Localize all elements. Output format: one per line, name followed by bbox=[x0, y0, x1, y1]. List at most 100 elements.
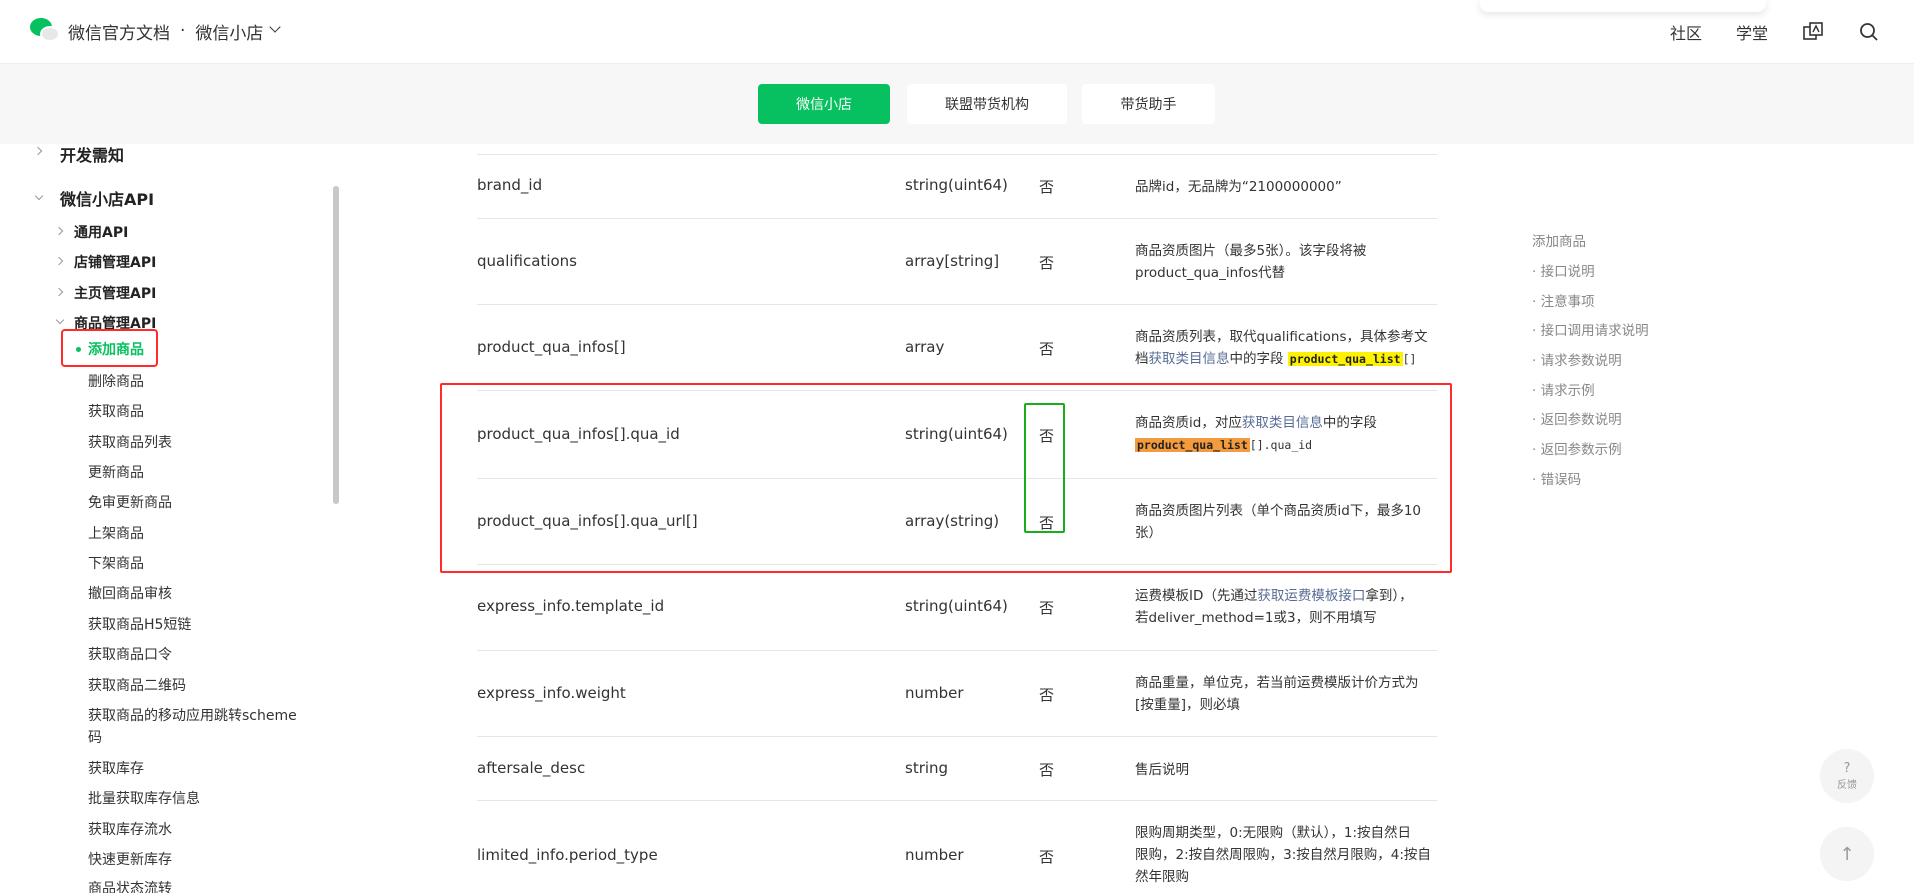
shipping-template-link[interactable]: 获取运费模板接口 bbox=[1257, 588, 1365, 604]
doc-title[interactable]: 微信官方文档 bbox=[68, 19, 170, 44]
param-name: brand_id bbox=[477, 176, 543, 194]
tab-sales-assistant[interactable]: 带货助手 bbox=[1082, 84, 1215, 124]
category-info-link[interactable]: 获取类目信息 bbox=[1149, 351, 1230, 367]
toc-item[interactable]: · 返回参数说明 bbox=[1532, 408, 1622, 428]
toc-item[interactable]: · 请求参数说明 bbox=[1532, 349, 1622, 369]
product-selector[interactable]: 微信小店 bbox=[195, 19, 263, 44]
desc-line: 商品资质列表，取代qualifications，具体参考文 bbox=[1135, 329, 1428, 345]
param-desc: 运费模板ID（先通过获取运费模板接口拿到）， 若deliver_method=1… bbox=[1135, 585, 1440, 629]
sidebar-item[interactable]: 免审更新商品 bbox=[88, 492, 172, 512]
search-icon[interactable] bbox=[1858, 21, 1880, 43]
param-desc: 商品重量，单位克，若当前运费模版计价方式为 [按重量]，则必填 bbox=[1135, 672, 1440, 716]
sidebar-item[interactable]: 获取商品H5短链 bbox=[88, 614, 191, 634]
code-suffix: [] bbox=[1402, 352, 1417, 366]
sidebar-item[interactable]: 获取商品的移动应用跳转scheme bbox=[88, 705, 297, 725]
desc-line: [按重量]，则必填 bbox=[1135, 697, 1241, 713]
desc-line: 限购，2:按自然周限购，3:按自然月限购，4:按自 bbox=[1135, 847, 1431, 863]
desc-text: 拿到）， bbox=[1365, 588, 1413, 604]
sidebar-item[interactable]: 更新商品 bbox=[88, 462, 144, 482]
param-name: limited_info.period_type bbox=[477, 846, 658, 864]
chevron-down-icon[interactable] bbox=[269, 21, 282, 33]
sidebar-item[interactable]: 获取库存流水 bbox=[88, 819, 172, 839]
translate-icon[interactable] bbox=[1802, 21, 1824, 43]
sidebar-item-api[interactable]: 微信小店API bbox=[60, 186, 154, 210]
param-type: number bbox=[905, 684, 964, 702]
param-type: string bbox=[905, 759, 949, 777]
param-required: 否 bbox=[1039, 599, 1055, 617]
product-tabbar: 微信小店 联盟带货机构 带货助手 bbox=[0, 64, 1914, 144]
toc-title[interactable]: 添加商品 bbox=[1532, 230, 1586, 250]
back-to-top-button[interactable]: ↑ bbox=[1820, 827, 1874, 881]
sidebar-item[interactable]: 获取库存 bbox=[88, 758, 144, 778]
tab-affiliate-agency[interactable]: 联盟带货机构 bbox=[907, 84, 1067, 124]
table-row: product_qua_infos[] array 否 商品资质列表，取代qua… bbox=[477, 305, 1437, 391]
sidebar-item[interactable]: 获取商品口令 bbox=[88, 644, 172, 664]
param-required: 否 bbox=[1039, 254, 1055, 272]
toc-item[interactable]: · 接口调用请求说明 bbox=[1532, 319, 1649, 339]
table-row: brand_id string(uint64) 否 品牌id，无品牌为“2100… bbox=[477, 155, 1437, 219]
sidebar-item-general-api[interactable]: 通用API bbox=[74, 222, 128, 242]
sidebar-item[interactable]: 快速更新库存 bbox=[88, 849, 172, 869]
breadcrumb-separator: · bbox=[180, 21, 186, 41]
table-row: aftersale_desc string 否 售后说明 bbox=[477, 737, 1437, 801]
desc-line: 商品资质图片（最多5张）。该字段将被 bbox=[1135, 243, 1367, 259]
param-required: 否 bbox=[1039, 686, 1055, 704]
sidebar-item[interactable]: 删除商品 bbox=[88, 371, 144, 391]
desc-text: 运费模板ID（先通过 bbox=[1135, 588, 1258, 604]
table-row: express_info.template_id string(uint64) … bbox=[477, 565, 1437, 651]
param-desc: 售后说明 bbox=[1135, 762, 1189, 778]
sidebar-item[interactable]: 码 bbox=[88, 727, 102, 747]
param-name: aftersale_desc bbox=[477, 759, 586, 777]
sidebar-item[interactable]: 撤回商品审核 bbox=[88, 583, 172, 603]
desc-text: 中的字段 bbox=[1229, 351, 1284, 367]
tab-wechat-store[interactable]: 微信小店 bbox=[758, 84, 890, 124]
sidebar-item[interactable]: 批量获取库存信息 bbox=[88, 788, 200, 808]
sidebar-item[interactable]: 上架商品 bbox=[88, 523, 144, 543]
highlight-box-required bbox=[1024, 403, 1065, 533]
wechat-logo-icon bbox=[30, 18, 60, 44]
param-type: array[string] bbox=[905, 252, 1000, 270]
desc-line: product_qua_infos代替 bbox=[1135, 265, 1286, 281]
feedback-button[interactable]: ? 反馈 bbox=[1820, 749, 1874, 803]
sidebar-item-dev-notice[interactable]: 开发需知 bbox=[60, 142, 124, 166]
table-row bbox=[477, 144, 1437, 155]
highlight-box-sidebar bbox=[61, 329, 158, 367]
sidebar-item[interactable]: 商品状态流转 bbox=[88, 878, 172, 893]
sidebar-item[interactable]: 获取商品 bbox=[88, 401, 144, 421]
param-type: string(uint64) bbox=[905, 176, 1008, 194]
arrow-up-icon: ↑ bbox=[1839, 843, 1855, 865]
table-row: limited_info.period_type number 否 限购周期类型… bbox=[477, 801, 1437, 893]
nav-community[interactable]: 社区 bbox=[1670, 20, 1702, 44]
toc-item[interactable]: · 接口说明 bbox=[1532, 260, 1595, 280]
param-type: array bbox=[905, 338, 945, 356]
desc-text: 档 bbox=[1135, 351, 1149, 367]
sidebar bbox=[0, 144, 330, 893]
dropdown-popup bbox=[1480, 0, 1766, 12]
code-highlight: product_qua_list bbox=[1287, 352, 1403, 366]
param-desc: 商品资质图片（最多5张）。该字段将被 product_qua_infos代替 bbox=[1135, 240, 1440, 284]
sidebar-scrollbar[interactable] bbox=[333, 186, 339, 504]
sidebar-item[interactable]: 获取商品列表 bbox=[88, 432, 172, 452]
sidebar-item-homepage-api[interactable]: 主页管理API bbox=[74, 283, 156, 303]
sidebar-item[interactable]: 获取商品二维码 bbox=[88, 675, 186, 695]
toc-item[interactable]: · 请求示例 bbox=[1532, 379, 1595, 399]
table-row: express_info.weight number 否 商品重量，单位克，若当… bbox=[477, 651, 1437, 737]
brand[interactable]: 微信官方文档 · 微信小店 bbox=[30, 18, 282, 44]
desc-line: 限购周期类型，0:无限购（默认），1:按自然日 bbox=[1135, 825, 1412, 841]
param-desc: 商品资质列表，取代qualifications，具体参考文 档获取类目信息中的字… bbox=[1135, 326, 1440, 370]
desc-line: 商品重量，单位克，若当前运费模版计价方式为 bbox=[1135, 675, 1419, 691]
param-desc: 限购周期类型，0:无限购（默认），1:按自然日 限购，2:按自然周限购，3:按自… bbox=[1135, 822, 1440, 888]
toc-item[interactable]: · 注意事项 bbox=[1532, 290, 1595, 310]
param-name: express_info.template_id bbox=[477, 597, 665, 615]
param-type: number bbox=[905, 846, 964, 864]
nav-academy[interactable]: 学堂 bbox=[1736, 20, 1768, 44]
desc-line: 运费模板ID（先通过获取运费模板接口拿到）， bbox=[1135, 585, 1440, 607]
sidebar-item[interactable]: 下架商品 bbox=[88, 553, 144, 573]
param-required: 否 bbox=[1039, 848, 1055, 866]
highlight-box-rows bbox=[440, 383, 1452, 573]
sidebar-item-shop-api[interactable]: 店铺管理API bbox=[74, 252, 156, 272]
toc-item[interactable]: · 错误码 bbox=[1532, 468, 1581, 488]
toc-item[interactable]: · 返回参数示例 bbox=[1532, 438, 1622, 458]
desc-line: 档获取类目信息中的字段 product_qua_list[] bbox=[1135, 348, 1440, 370]
param-type: string(uint64) bbox=[905, 597, 1008, 615]
